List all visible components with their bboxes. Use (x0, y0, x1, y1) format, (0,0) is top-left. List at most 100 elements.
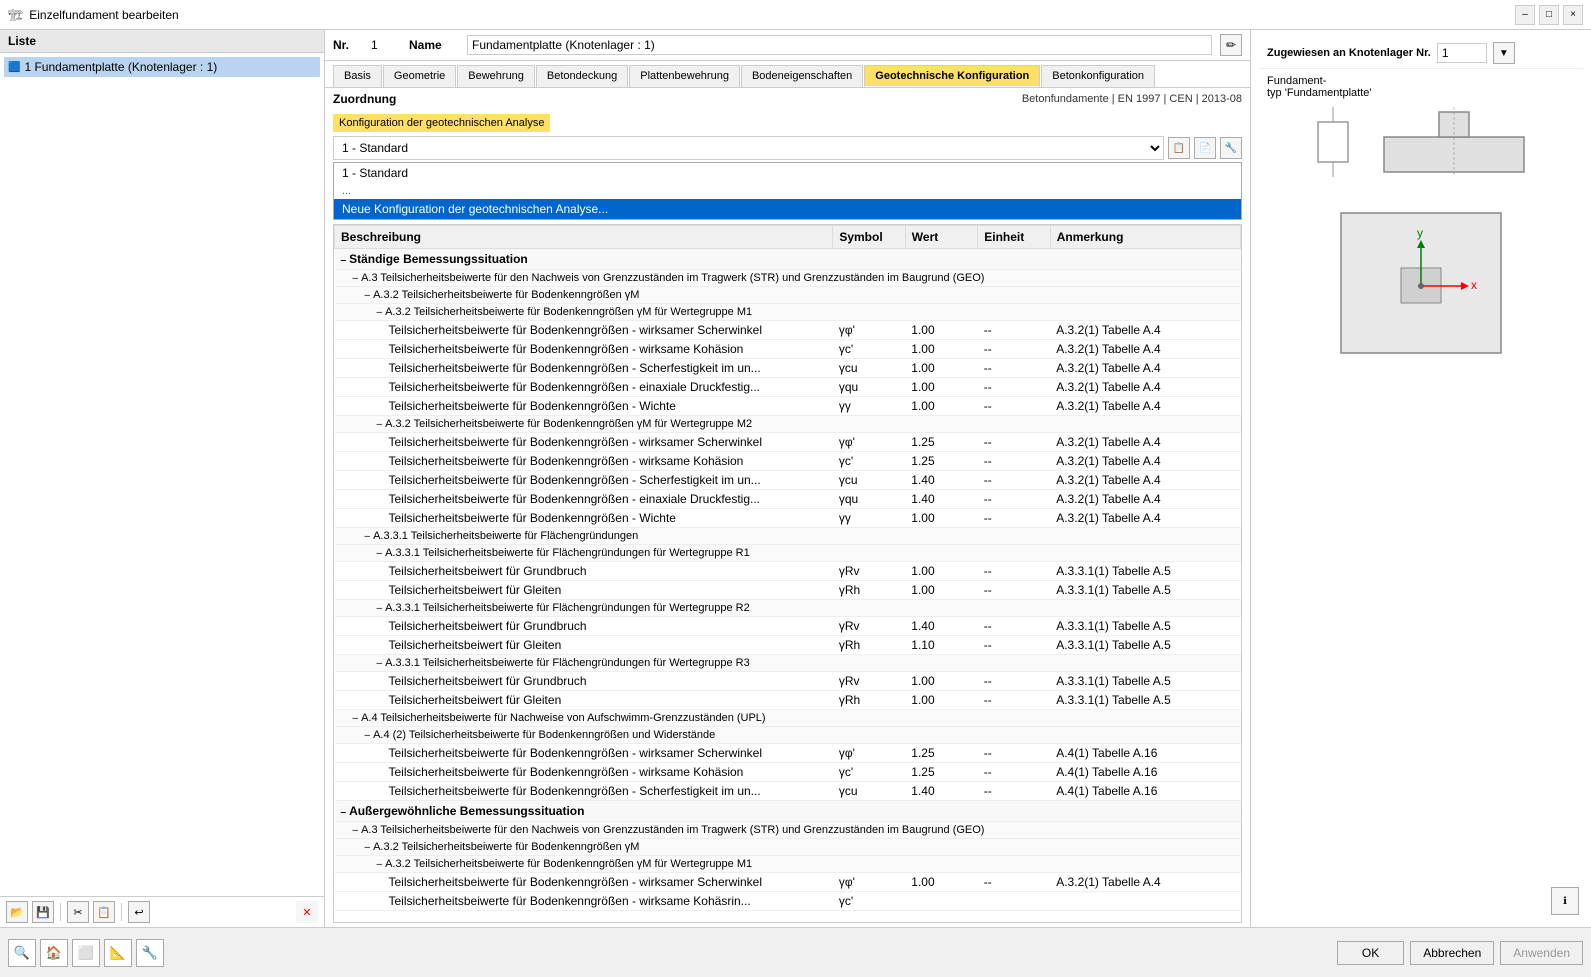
home-tool-btn[interactable]: 🏠 (40, 939, 68, 967)
apply-button[interactable]: Anwenden (1500, 941, 1583, 965)
measure-tool-btn[interactable]: 📐 (104, 939, 132, 967)
zuweisen-btn[interactable]: ▼ (1493, 42, 1515, 64)
table-row[interactable]: Teilsicherheitsbeiwert für Grundbruch γR… (335, 562, 1241, 581)
expand-icon[interactable]: – (377, 307, 383, 318)
cell-desc: Teilsicherheitsbeiwerte für Bodenkenngrö… (335, 873, 833, 892)
help-area: ℹ (1259, 883, 1583, 919)
table-row: –A.3.3.1 Teilsicherheitsbeiwerte für Flä… (335, 545, 1241, 562)
config-edit-btn[interactable]: 🔧 (1220, 137, 1242, 159)
table-row[interactable]: Teilsicherheitsbeiwerte für Bodenkenngrö… (335, 873, 1241, 892)
table-row[interactable]: Teilsicherheitsbeiwerte für Bodenkenngrö… (335, 892, 1241, 911)
config-select[interactable]: 1 - Standard (333, 136, 1164, 160)
tab-bewehrung[interactable]: Bewehrung (457, 65, 535, 87)
expand-icon[interactable]: – (353, 713, 359, 724)
table-row[interactable]: Teilsicherheitsbeiwerte für Bodenkenngrö… (335, 782, 1241, 801)
cancel-button[interactable]: Abbrechen (1410, 941, 1494, 965)
table-row[interactable]: Teilsicherheitsbeiwerte für Bodenkenngrö… (335, 744, 1241, 763)
undo-btn[interactable]: ↩ (128, 901, 150, 923)
table-row[interactable]: Teilsicherheitsbeiwert für Gleiten γRh 1… (335, 636, 1241, 655)
cell-anmerkung: A.3.3.1(1) Tabelle A.5 (1050, 636, 1240, 655)
table-row[interactable]: Teilsicherheitsbeiwerte für Bodenkenngrö… (335, 452, 1241, 471)
expand-icon[interactable]: – (377, 859, 383, 870)
tab-basis[interactable]: Basis (333, 65, 382, 87)
cell-wert: 1.00 (905, 340, 977, 359)
ok-button[interactable]: OK (1337, 941, 1404, 965)
cell-anmerkung: A.3.2(1) Tabelle A.4 (1050, 321, 1240, 340)
cell-symbol: γqu (833, 378, 905, 397)
tab-geometrie[interactable]: Geometrie (383, 65, 456, 87)
tab-betondeckung[interactable]: Betondeckung (536, 65, 628, 87)
expand-icon[interactable]: – (377, 658, 383, 669)
table-row[interactable]: Teilsicherheitsbeiwerte für Bodenkenngrö… (335, 321, 1241, 340)
table-row[interactable]: Teilsicherheitsbeiwert für Grundbruch γR… (335, 672, 1241, 691)
table-row[interactable]: Teilsicherheitsbeiwerte für Bodenkenngrö… (335, 397, 1241, 416)
dropdown-item-standard[interactable]: 1 - Standard (334, 163, 1241, 183)
center-panel: Nr. 1 Name ✏ Basis Geometrie Bewehrung B… (325, 30, 1251, 927)
paste-btn[interactable]: 📋 (93, 901, 115, 923)
expand-icon[interactable]: – (377, 603, 383, 614)
minimize-btn[interactable]: – (1515, 5, 1535, 25)
dropdown-item-neue[interactable]: Neue Konfiguration der geotechnischen An… (334, 199, 1241, 219)
cell-einheit: -- (978, 763, 1050, 782)
cut-btn[interactable]: ✂ (67, 901, 89, 923)
expand-icon[interactable]: – (353, 825, 359, 836)
close-btn[interactable]: × (1563, 5, 1583, 25)
tab-geotechnische[interactable]: Geotechnische Konfiguration (864, 65, 1040, 87)
save-btn[interactable]: 💾 (32, 901, 54, 923)
table-row[interactable]: Teilsicherheitsbeiwerte für Bodenkenngrö… (335, 359, 1241, 378)
cell-symbol: γc' (833, 763, 905, 782)
table-row[interactable]: Teilsicherheitsbeiwert für Gleiten γRh 1… (335, 581, 1241, 600)
delete-btn[interactable]: ✕ (296, 901, 318, 923)
table-row[interactable]: Teilsicherheitsbeiwert für Gleiten γRh 1… (335, 691, 1241, 710)
cell-wert: 1.00 (905, 581, 977, 600)
cell-wert: 1.00 (905, 509, 977, 528)
cell-desc: Teilsicherheitsbeiwerte für Bodenkenngrö… (335, 433, 833, 452)
cell-symbol: γc' (833, 340, 905, 359)
zuweisen-section: Zugewiesen an Knotenlager Nr. ▼ (1259, 38, 1583, 69)
list-item-icon: 🟦 (8, 62, 20, 73)
tab-bodeneigenschaften[interactable]: Bodeneigenschaften (741, 65, 863, 87)
config-new-btn[interactable]: 📄 (1194, 137, 1216, 159)
maximize-btn[interactable]: □ (1539, 5, 1559, 25)
settings-tool-btn[interactable]: 🔧 (136, 939, 164, 967)
table-row[interactable]: Teilsicherheitsbeiwerte für Bodenkenngrö… (335, 340, 1241, 359)
expand-icon[interactable]: – (341, 807, 347, 818)
cell-desc: Teilsicherheitsbeiwerte für Bodenkenngrö… (335, 744, 833, 763)
table-row[interactable]: Teilsicherheitsbeiwert für Grundbruch γR… (335, 617, 1241, 636)
table-row[interactable]: Teilsicherheitsbeiwerte für Bodenkenngrö… (335, 490, 1241, 509)
expand-icon[interactable]: – (365, 730, 371, 741)
expand-icon[interactable]: – (365, 842, 371, 853)
search-tool-btn[interactable]: 🔍 (8, 939, 36, 967)
expand-icon[interactable]: – (365, 290, 371, 301)
cell-anmerkung: A.3.2(1) Tabelle A.4 (1050, 873, 1240, 892)
table-row[interactable]: Teilsicherheitsbeiwerte für Bodenkenngrö… (335, 378, 1241, 397)
edit-btn[interactable]: ✏ (1220, 34, 1242, 56)
expand-icon[interactable]: – (341, 255, 347, 266)
table-row: –A.3.3.1 Teilsicherheitsbeiwerte für Flä… (335, 528, 1241, 545)
table-row[interactable]: Teilsicherheitsbeiwerte für Bodenkenngrö… (335, 509, 1241, 528)
col-anmerkung: Anmerkung (1050, 226, 1240, 249)
table-row[interactable]: Teilsicherheitsbeiwerte für Bodenkenngrö… (335, 433, 1241, 452)
tab-plattenbewehrung[interactable]: Plattenbewehrung (629, 65, 740, 87)
cell-anmerkung: A.3.2(1) Tabelle A.4 (1050, 397, 1240, 416)
list-content: 🟦 1 Fundamentplatte (Knotenlager : 1) (0, 53, 324, 896)
expand-icon[interactable]: – (365, 531, 371, 542)
table-row: –Ständige Bemessungssituation (335, 249, 1241, 270)
svg-text:y: y (1417, 226, 1423, 240)
expand-icon[interactable]: – (353, 273, 359, 284)
list-item[interactable]: 🟦 1 Fundamentplatte (Knotenlager : 1) (4, 57, 320, 77)
data-table-container[interactable]: Beschreibung Symbol Wert Einheit Anmerku… (333, 224, 1242, 923)
config-copy-btn[interactable]: 📋 (1168, 137, 1190, 159)
view-tool-btn[interactable]: ⬜ (72, 939, 100, 967)
cell-einheit: -- (978, 397, 1050, 416)
expand-icon[interactable]: – (377, 548, 383, 559)
table-row[interactable]: Teilsicherheitsbeiwerte für Bodenkenngrö… (335, 763, 1241, 782)
expand-icon[interactable]: – (377, 419, 383, 430)
table-row[interactable]: Teilsicherheitsbeiwerte für Bodenkenngrö… (335, 471, 1241, 490)
help-btn[interactable]: ℹ (1551, 887, 1579, 915)
zuweisen-input[interactable] (1437, 43, 1487, 63)
cell-anmerkung: A.4(1) Tabelle A.16 (1050, 782, 1240, 801)
tab-betonkonfiguration[interactable]: Betonkonfiguration (1041, 65, 1155, 87)
open-btn[interactable]: 📂 (6, 901, 28, 923)
name-input[interactable] (467, 35, 1212, 55)
